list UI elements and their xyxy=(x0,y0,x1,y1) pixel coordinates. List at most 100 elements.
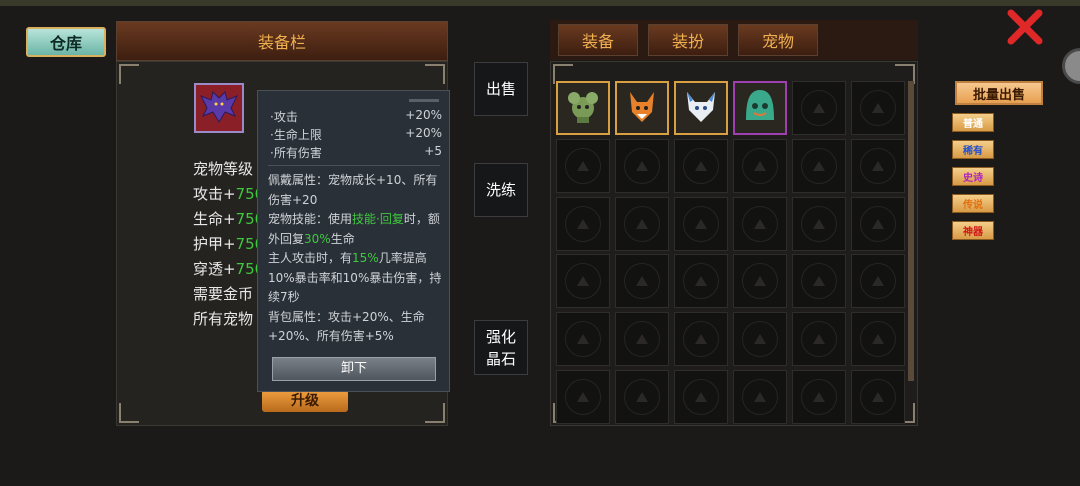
slot-emblem xyxy=(742,378,778,415)
inventory-slot-empty[interactable] xyxy=(733,196,787,251)
slot-emblem xyxy=(860,321,896,358)
equipped-pet-slot[interactable] xyxy=(194,83,244,133)
corner-ornament xyxy=(119,64,139,84)
green-mouse-pet-icon xyxy=(563,86,603,130)
inventory-slot-empty[interactable] xyxy=(792,312,846,367)
upgrade-button[interactable]: 升级 xyxy=(262,390,348,412)
inventory-slot-empty[interactable] xyxy=(792,196,846,251)
slot-emblem xyxy=(683,263,719,300)
inventory-slot-empty[interactable] xyxy=(615,369,669,424)
inventory-slot-empty[interactable] xyxy=(674,254,728,309)
inventory-slot-empty[interactable] xyxy=(792,138,846,193)
pet-skill-text: 宠物技能：使用技能·回复时，额外回复30%生命 xyxy=(268,212,440,246)
side-menu-button[interactable] xyxy=(1062,48,1080,84)
tab-costume[interactable]: 装扮 xyxy=(648,24,728,56)
inventory-slot-empty[interactable] xyxy=(556,369,610,424)
slot-emblem xyxy=(801,147,837,184)
inventory-slot-empty[interactable] xyxy=(733,369,787,424)
pet-tooltip: ·攻击 +20% ·生命上限 +20% ·所有伤害 +5 佩戴属性：宠物成长+10、所… xyxy=(257,90,450,392)
bag-attribute-text: 背包属性：攻击+20%、生命+20%、所有伤害+5% xyxy=(268,309,425,344)
tooltip-stat-hp: ·生命上限 +20% xyxy=(270,126,442,142)
filter-legendary-button[interactable]: 传说 xyxy=(952,194,994,213)
enhance-crystal-button[interactable]: 强化 晶石 xyxy=(474,320,528,375)
inventory-scrollbar[interactable] xyxy=(908,81,914,381)
slot-emblem xyxy=(565,263,601,300)
corner-ornament xyxy=(119,403,139,423)
top-border xyxy=(0,0,1080,6)
inventory-slot-empty[interactable] xyxy=(851,196,905,251)
inventory-slot-empty[interactable] xyxy=(792,369,846,424)
inventory-slot-empty[interactable] xyxy=(851,81,905,135)
warehouse-button[interactable]: 仓库 xyxy=(26,27,106,57)
wear-attribute-text: 佩戴属性：宠物成长+10、所有伤害+20 xyxy=(268,173,438,207)
filter-epic-button[interactable]: 史诗 xyxy=(952,167,994,186)
inventory-slot-empty[interactable] xyxy=(556,254,610,309)
slot-emblem xyxy=(565,321,601,358)
slot-emblem xyxy=(624,321,660,358)
inventory-slot-empty[interactable] xyxy=(733,254,787,309)
slot-emblem xyxy=(683,321,719,358)
slot-emblem xyxy=(565,147,601,184)
inventory-slot-empty[interactable] xyxy=(556,312,610,367)
slot-emblem xyxy=(801,90,837,126)
slot-emblem xyxy=(801,263,837,300)
inventory-slot-empty[interactable] xyxy=(674,196,728,251)
inventory-slot-white-blue-cat-pet[interactable] xyxy=(674,81,728,135)
inventory-grid xyxy=(556,81,906,424)
filter-artifact-button[interactable]: 神器 xyxy=(952,221,994,240)
orange-fox-pet-icon xyxy=(622,86,662,130)
slot-emblem xyxy=(801,378,837,415)
white-blue-cat-pet-icon xyxy=(681,86,721,130)
inventory-slot-empty[interactable] xyxy=(556,138,610,193)
close-icon[interactable] xyxy=(1006,8,1044,46)
filter-rare-button[interactable]: 稀有 xyxy=(952,140,994,159)
slot-emblem xyxy=(683,147,719,184)
stat-row-penetration: 穿透+750 xyxy=(193,260,265,278)
slot-emblem xyxy=(742,205,778,242)
equipment-bar-title: 装备栏 xyxy=(116,21,448,61)
inventory-slot-empty[interactable] xyxy=(851,138,905,193)
inventory-slot-orange-fox-pet[interactable] xyxy=(615,81,669,135)
inventory-slot-empty[interactable] xyxy=(851,254,905,309)
tab-equipment[interactable]: 装备 xyxy=(558,24,638,56)
slot-emblem xyxy=(801,321,837,358)
bulk-sell-button[interactable]: 批量出售 xyxy=(955,81,1043,105)
inventory-slot-empty[interactable] xyxy=(615,254,669,309)
inventory-slot-empty[interactable] xyxy=(674,138,728,193)
inventory-slot-empty[interactable] xyxy=(733,312,787,367)
stat-row-level: 宠物等级 xyxy=(193,160,254,178)
corner-ornament xyxy=(425,64,445,84)
inventory-slot-green-mouse-pet[interactable] xyxy=(556,81,610,135)
slot-emblem xyxy=(624,147,660,184)
slot-emblem xyxy=(683,378,719,415)
sell-button[interactable]: 出售 xyxy=(474,62,528,116)
unequip-button[interactable]: 卸下 xyxy=(272,357,436,381)
stat-row-hp: 生命+750 xyxy=(193,210,265,228)
inventory-slot-empty[interactable] xyxy=(674,312,728,367)
slot-emblem xyxy=(565,205,601,242)
inventory-slot-empty[interactable] xyxy=(674,369,728,424)
tab-pet[interactable]: 宠物 xyxy=(738,24,818,56)
inventory-slot-empty[interactable] xyxy=(851,312,905,367)
tooltip-drag-bar xyxy=(409,99,439,102)
inventory-slot-empty[interactable] xyxy=(615,312,669,367)
inventory-slot-empty[interactable] xyxy=(615,138,669,193)
slot-emblem xyxy=(860,378,896,415)
slot-emblem xyxy=(860,263,896,300)
slot-emblem xyxy=(742,321,778,358)
inventory-slot-empty[interactable] xyxy=(792,254,846,309)
inventory-slot-empty[interactable] xyxy=(792,81,846,135)
tooltip-divider xyxy=(268,165,440,166)
inventory-slot-green-ghost-pet[interactable] xyxy=(733,81,787,135)
pet-stats: 宠物等级 攻击+750 生命+750 护甲+750 穿透+750 需要金币 所有… xyxy=(193,157,264,332)
refine-button[interactable]: 洗练 xyxy=(474,163,528,217)
slot-emblem xyxy=(860,90,896,126)
slot-emblem xyxy=(565,378,601,415)
filter-common-button[interactable]: 普通 xyxy=(952,113,994,132)
inventory-slot-empty[interactable] xyxy=(556,196,610,251)
inventory-slot-empty[interactable] xyxy=(851,369,905,424)
inventory-slot-empty[interactable] xyxy=(615,196,669,251)
inventory-slot-empty[interactable] xyxy=(733,138,787,193)
stat-row-all-pets: 所有宠物 xyxy=(193,310,254,328)
slot-emblem xyxy=(801,205,837,242)
